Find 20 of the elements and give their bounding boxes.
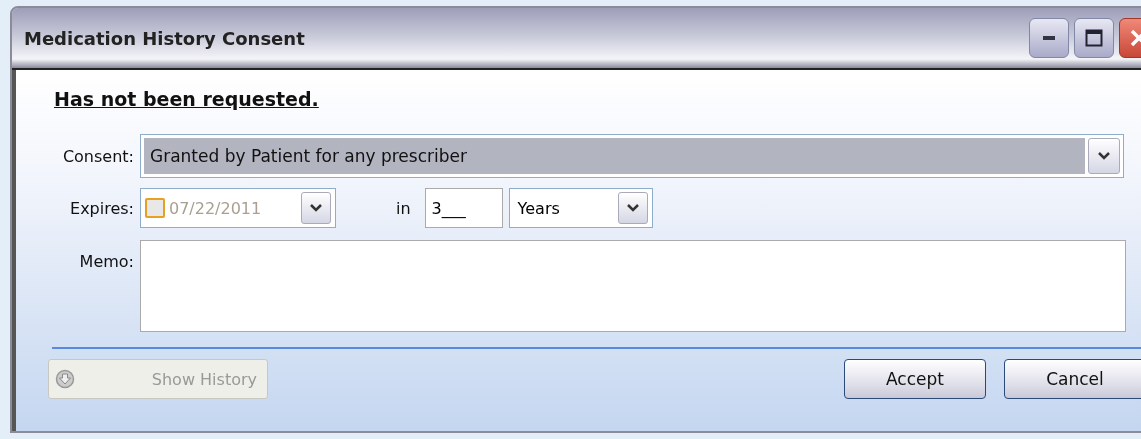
chevron-icon [301,192,331,224]
field-label: in [396,198,411,218]
memo-field[interactable] [140,240,1126,332]
minimize-button[interactable] [1029,18,1069,58]
field-label: Consent: [61,146,135,166]
chevron-icon [617,192,648,224]
dialog-button[interactable]: Accept [844,359,986,399]
field-label: Expires: [69,198,135,218]
unit-dropdown[interactable]: Years [508,188,653,228]
chevron-icon [1088,138,1120,174]
checkbox[interactable] [145,198,165,218]
minimize-icon [1042,35,1056,41]
field-label: Memo: [78,251,135,271]
count-field[interactable]: 3___ [424,188,503,228]
maximize-icon [1085,29,1103,47]
window-title: Medication History Consent [24,27,306,49]
status-heading: Has not been requested. [54,88,320,110]
maximize-button[interactable] [1074,18,1114,58]
dialog-button[interactable]: Cancel [1004,359,1141,399]
consent-dropdown[interactable]: Granted by Patient for any prescriber [140,134,1124,178]
